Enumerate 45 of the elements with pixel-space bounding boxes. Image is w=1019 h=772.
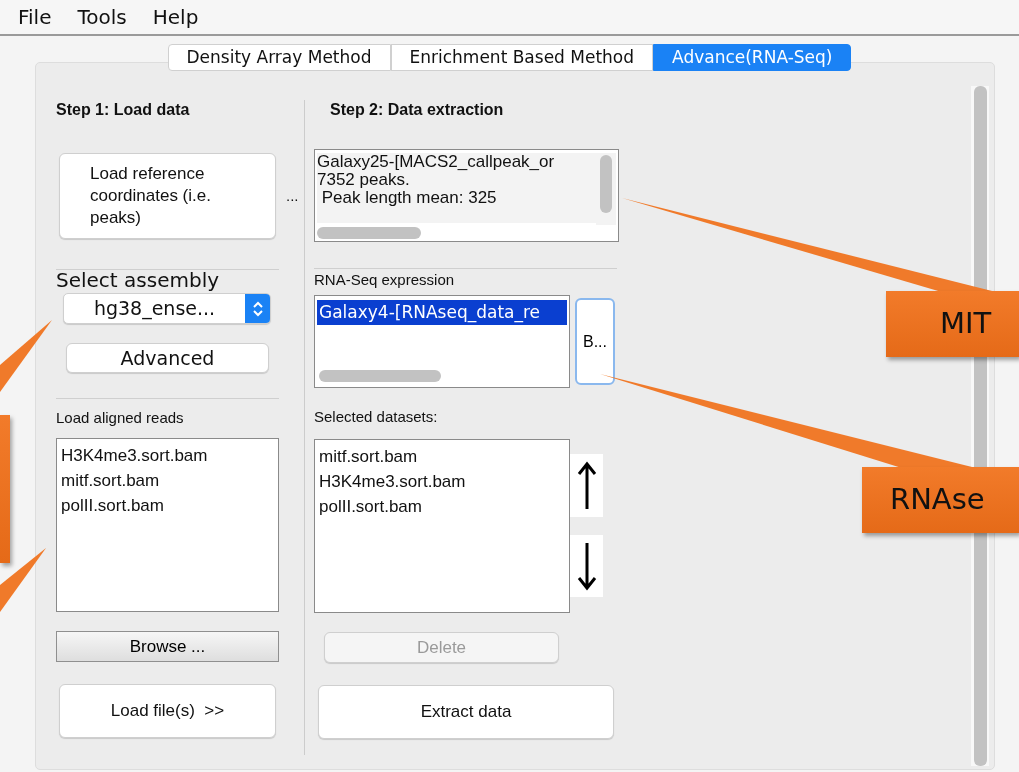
field-label: Selected datasets: [314, 408, 439, 426]
browse-button[interactable]: Browse ... [56, 631, 279, 662]
move-up-button[interactable] [570, 454, 603, 517]
advanced-button[interactable]: Advanced [66, 343, 269, 373]
tab[interactable]: Density Array Method [167, 44, 391, 71]
down-arrow-icon [576, 541, 597, 591]
horizontal-scroll-thumb[interactable] [317, 227, 421, 240]
callout-label: MIT [886, 291, 1019, 357]
list-item[interactable]: H3K4me3.sort.bam [61, 443, 274, 468]
up-arrow-icon [576, 460, 597, 511]
menu-item[interactable]: File [18, 5, 52, 29]
list-item[interactable]: Galaxy4-[RNAseq_data_re [317, 300, 567, 325]
menu-item[interactable]: Tools [77, 5, 127, 29]
list-box[interactable]: mitf.sort.bam H3K4me3.sort.bam polII.sort.bam [314, 439, 570, 613]
menu-item[interactable]: Help [152, 5, 199, 29]
browse-button[interactable]: B... [575, 298, 615, 385]
list-box[interactable]: H3K4me3.sort.bam mitf.sort.bam polII.sort.bam [56, 438, 279, 612]
tab[interactable]: Advance(RNA-Seq) [653, 44, 852, 71]
section-heading: Step 2: Data extraction [330, 100, 505, 120]
callout-pointer [0, 320, 52, 392]
list-item[interactable]: polII.sort.bam [61, 493, 274, 518]
list-item[interactable]: mitf.sort.bam [319, 444, 565, 469]
tab[interactable]: Enrichment Based Method [390, 44, 654, 71]
extract-data-button[interactable]: Extract data [318, 685, 614, 739]
horizontal-scroll-thumb[interactable] [319, 370, 441, 382]
field-label: Select assembly [56, 270, 221, 290]
stepper-icon [251, 299, 264, 318]
ellipsis-text: ... [286, 185, 299, 206]
callout-label: RNAse [862, 467, 1019, 533]
text-line: Galaxy25-[MACS2_callpeak_or [317, 153, 556, 171]
list-item[interactable]: polII.sort.bam [319, 494, 565, 519]
list-item[interactable]: H3K4me3.sort.bam [319, 469, 565, 494]
move-down-button[interactable] [570, 535, 603, 597]
vertical-scroll-thumb[interactable] [600, 155, 612, 213]
load-reference-button[interactable]: Load reference coordinates (i.e. peaks) [59, 153, 276, 239]
text-line: Peak length mean: 325 [320, 189, 498, 207]
callout-pointer [0, 548, 46, 612]
list-item[interactable]: mitf.sort.bam [61, 468, 274, 493]
field-label: Load aligned reads [56, 409, 185, 427]
section-heading: Step 1: Load data [56, 100, 191, 120]
text-line: 7352 peaks. [317, 171, 411, 189]
load-files-button[interactable]: Load file(s) >> [59, 684, 276, 738]
assembly-dropdown[interactable]: hg38_ense... [63, 293, 271, 324]
list-box[interactable]: Galaxy4-[RNAseq_data_re [314, 295, 570, 388]
field-label: RNA-Seq expression [314, 271, 456, 289]
